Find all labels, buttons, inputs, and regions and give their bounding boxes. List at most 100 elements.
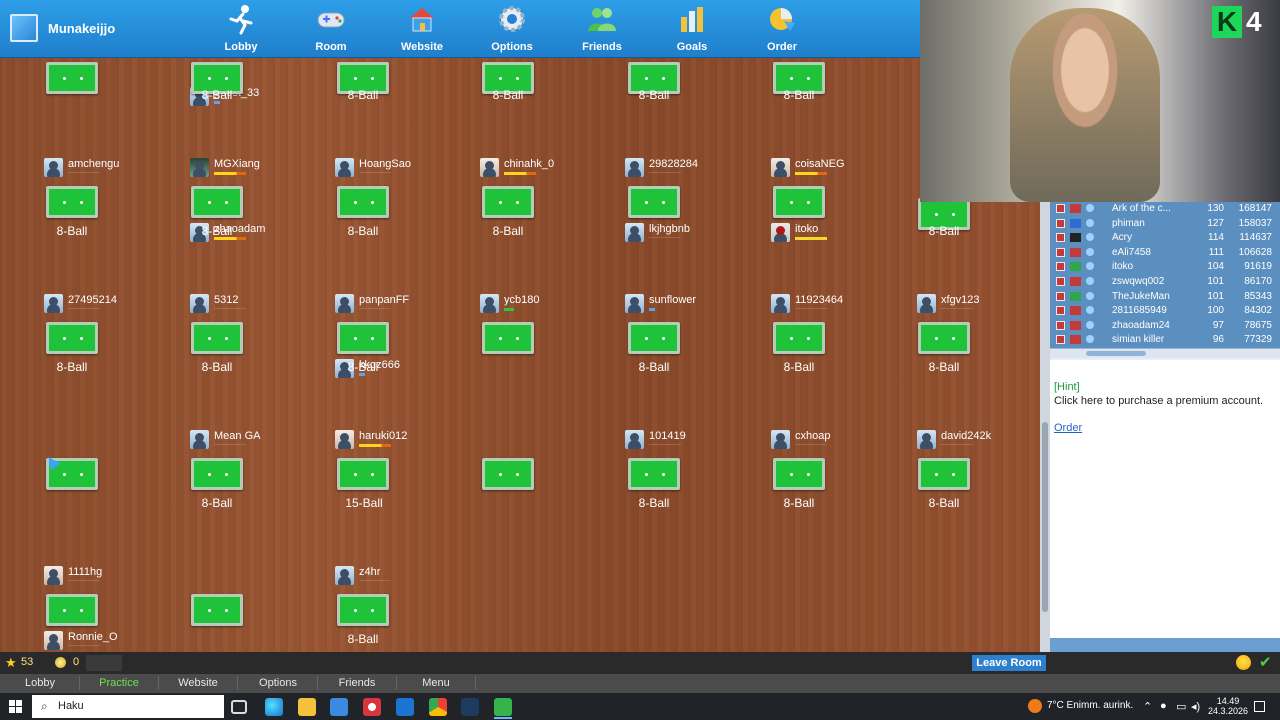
volume-icon[interactable]: ◂): [1191, 700, 1200, 713]
ranking-scrollbar[interactable]: [1050, 348, 1280, 358]
player-avatar: [917, 294, 936, 313]
pool-table[interactable]: [191, 594, 243, 626]
pool-table[interactable]: [46, 594, 98, 626]
ranking-row[interactable]: 2811685949 100 84302: [1050, 304, 1272, 319]
tray-chevron-icon[interactable]: ⌃: [1143, 700, 1152, 713]
pool-table[interactable]: [918, 458, 970, 490]
table-game-label: 8-Ball: [347, 360, 379, 374]
ranking-row[interactable]: zhaoadam24 97 78675: [1050, 319, 1272, 334]
pool-table[interactable]: [482, 186, 534, 218]
ranking-level: 104: [1207, 261, 1224, 273]
table-game-label: 8-Ball: [638, 88, 670, 102]
file-explorer-icon[interactable]: [298, 698, 316, 716]
player-name: sunflower: [649, 294, 697, 306]
table-game-label: 8-Ball: [56, 224, 88, 238]
toolbar-room-label: Room: [315, 41, 347, 53]
toolbar-room-button[interactable]: Room: [295, 3, 367, 55]
chrome-icon[interactable]: [429, 698, 447, 716]
ranking-row[interactable]: itoko 104 91619: [1050, 260, 1272, 275]
ranking-row[interactable]: zswqwq002 101 86170: [1050, 275, 1272, 290]
bottom-nav-options[interactable]: Options: [238, 677, 318, 689]
online-status-icon: [1086, 218, 1094, 227]
weather-icon[interactable]: [1028, 699, 1042, 713]
bottom-nav-friends[interactable]: Friends: [317, 677, 397, 689]
ranking-points: 168147: [1238, 203, 1272, 214]
pool-table[interactable]: [191, 458, 243, 490]
player-rank-bar: [795, 172, 827, 175]
rank-flag-icon: [1056, 306, 1065, 316]
bottom-nav-lobby[interactable]: Lobby: [0, 677, 80, 689]
microphone-icon[interactable]: ●: [1160, 700, 1167, 712]
smiley-icon[interactable]: [1236, 655, 1251, 670]
ranking-row[interactable]: Acry 114 114637: [1050, 231, 1272, 246]
status-field: [86, 655, 122, 671]
toolbar-options-button[interactable]: Options: [476, 3, 548, 55]
rank-flag-icon: [1056, 291, 1065, 301]
recorder-icon[interactable]: [363, 698, 381, 716]
room-scrollbar[interactable]: [1040, 202, 1050, 652]
ranking-row[interactable]: phiman 127 158037: [1050, 217, 1272, 232]
clock-time[interactable]: 14.49: [1204, 696, 1252, 706]
order-link[interactable]: Order: [1054, 422, 1082, 434]
ranking-points: 91619: [1244, 261, 1272, 273]
pool-table[interactable]: [337, 186, 389, 218]
store-icon[interactable]: [330, 698, 348, 716]
pool-table[interactable]: [628, 186, 680, 218]
clock-date[interactable]: 24.3.2026: [1204, 706, 1252, 716]
ranking-points: 78675: [1244, 319, 1272, 331]
pool-table[interactable]: [191, 186, 243, 218]
mail-icon[interactable]: [396, 698, 414, 716]
pool-table[interactable]: [191, 322, 243, 354]
pool-table[interactable]: [337, 322, 389, 354]
bottom-nav-practice[interactable]: Practice: [79, 677, 159, 689]
room-scrollbar-thumb[interactable]: [1042, 422, 1048, 612]
pool-table[interactable]: [482, 458, 534, 490]
taskbar-search-box[interactable]: ⌕ Haku: [32, 695, 224, 718]
pool-table[interactable]: [337, 458, 389, 490]
toolbar-order-button[interactable]: Order: [746, 3, 818, 55]
ranking-row[interactable]: simian killer 96 77329: [1050, 333, 1272, 348]
toolbar-lobby-button[interactable]: Lobby: [205, 3, 277, 55]
ranking-row[interactable]: TheJukeMan 101 85343: [1050, 290, 1272, 305]
pool-table[interactable]: [773, 322, 825, 354]
ranking-scrollbar-thumb[interactable]: [1086, 351, 1146, 356]
player-avatar: [771, 223, 790, 242]
network-icon[interactable]: ▭: [1176, 700, 1186, 713]
ranking-row[interactable]: Ark of the c... 130 168147: [1050, 202, 1272, 217]
chat-input[interactable]: [1050, 638, 1280, 652]
check-icon[interactable]: ✔: [1259, 653, 1272, 671]
online-status-icon: [1086, 320, 1094, 329]
pool-table[interactable]: [46, 62, 98, 94]
pool-table[interactable]: [628, 322, 680, 354]
pool-table[interactable]: [46, 186, 98, 218]
pool-table[interactable]: [773, 186, 825, 218]
billiards-app-icon[interactable]: [494, 698, 512, 716]
pool-table[interactable]: [918, 322, 970, 354]
player-avatar: [335, 430, 354, 449]
bottom-nav-menu[interactable]: Menu: [396, 677, 476, 689]
pool-table[interactable]: [628, 458, 680, 490]
bottom-nav-website[interactable]: Website: [158, 677, 238, 689]
windows-start-icon[interactable]: [9, 700, 22, 713]
webcam-overlay: K 4: [920, 0, 1280, 202]
toolbar-goals-button[interactable]: Goals: [656, 3, 728, 55]
pool-table[interactable]: [482, 322, 534, 354]
pool-table[interactable]: [337, 594, 389, 626]
edge-browser-icon[interactable]: [265, 698, 283, 716]
table-game-label: 8-Ball: [928, 224, 960, 238]
ranking-row[interactable]: eAli7458 111 106628: [1050, 246, 1272, 261]
toolbar-friends-button[interactable]: Friends: [566, 3, 638, 55]
player-avatar: [44, 294, 63, 313]
player-name: coisaNEG: [795, 158, 845, 170]
leave-room-button[interactable]: Leave Room: [972, 655, 1046, 671]
notification-icon[interactable]: [1254, 701, 1265, 712]
pool-table[interactable]: [46, 322, 98, 354]
task-view-icon[interactable]: [231, 700, 247, 714]
weather-text[interactable]: 7°C Enimm. aurink.: [1047, 700, 1133, 711]
rank-flag-icon: [1056, 218, 1065, 228]
hint-text[interactable]: Click here to purchase a premium account…: [1054, 394, 1264, 408]
rank-flag-icon: [1056, 335, 1065, 345]
pool-table[interactable]: [773, 458, 825, 490]
steam-icon[interactable]: [461, 698, 479, 716]
toolbar-website-button[interactable]: Website: [386, 3, 458, 55]
